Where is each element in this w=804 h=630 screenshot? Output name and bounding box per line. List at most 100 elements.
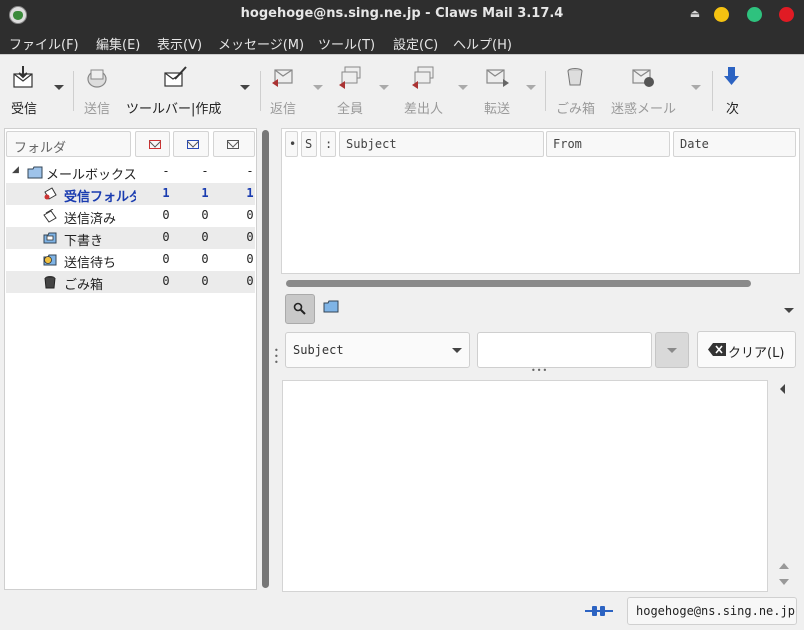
search-input[interactable] — [477, 332, 652, 368]
menu-configuration[interactable]: 設定(C) — [393, 34, 438, 53]
search-toggle-button[interactable] — [285, 294, 315, 324]
receive-button[interactable]: 受信 — [6, 55, 70, 127]
toolbar-separator — [712, 71, 713, 111]
queue-folder-icon — [43, 254, 57, 266]
drafts-folder-icon — [43, 232, 57, 244]
new-count-column-header[interactable] — [135, 131, 170, 157]
folder-column-header[interactable]: フォルダ — [6, 131, 131, 157]
unread-count: 0 — [201, 208, 209, 222]
forward-dropdown-icon[interactable] — [526, 85, 536, 90]
minimize-button[interactable] — [714, 7, 729, 22]
pane-splitter-handle[interactable]: ••• — [531, 367, 551, 375]
status-column-label: S — [305, 137, 313, 151]
reply-label: 返信 — [270, 102, 297, 117]
clear-button[interactable]: クリア(L) — [697, 331, 796, 368]
subject-column-label: Subject — [346, 137, 397, 151]
menu-message[interactable]: メッセージ(M) — [218, 34, 304, 53]
receive-label: 受信 — [11, 102, 38, 117]
attachment-column-label: : — [325, 137, 333, 151]
subject-column-header[interactable]: Subject — [339, 131, 544, 157]
maximize-button[interactable] — [747, 7, 762, 22]
folder-row-queue[interactable]: 送信待ち 0 0 0 — [6, 249, 255, 271]
compose-dropdown-icon[interactable] — [240, 85, 250, 90]
date-column-header[interactable]: Date — [673, 131, 796, 157]
total-mail-icon — [227, 140, 239, 149]
scroll-up-arrow-icon[interactable] — [779, 563, 789, 569]
eject-icon[interactable]: ⏏ — [688, 7, 702, 21]
reply-sender-icon — [412, 66, 434, 89]
menu-edit[interactable]: 編集(E) — [96, 34, 140, 53]
trash-button[interactable]: ごみ箱 — [552, 55, 602, 127]
total-count: 0 — [246, 274, 254, 288]
trash-folder-icon — [44, 276, 56, 289]
next-button[interactable]: 次 — [718, 55, 758, 127]
send-queue-icon — [87, 69, 107, 88]
folder-row-inbox[interactable]: 受信フォルダ 1 1 1 — [6, 183, 255, 205]
compose-label: ツールバー|作成 — [126, 102, 222, 117]
reply-sender-label: 差出人 — [404, 102, 444, 117]
spam-dropdown-icon[interactable] — [691, 85, 701, 90]
pane-splitter-handle[interactable]: ••• — [274, 347, 279, 370]
menu-file[interactable]: ファイル(F) — [9, 34, 79, 53]
reply-button[interactable]: 返信 — [266, 55, 328, 127]
mark-column-label: • — [289, 137, 297, 151]
menu-help[interactable]: ヘルプ(H) — [453, 34, 512, 53]
date-column-label: Date — [680, 137, 709, 151]
new-count: 0 — [162, 208, 170, 222]
unread-count: 0 — [201, 252, 209, 266]
menu-view[interactable]: 表示(V) — [157, 34, 202, 53]
mark-column-header[interactable]: • — [285, 131, 298, 157]
receive-mail-icon — [13, 66, 33, 88]
spam-button[interactable]: 迷惑メール — [608, 55, 708, 127]
status-column-header[interactable]: S — [301, 131, 317, 157]
reply-all-button[interactable]: 全員 — [332, 55, 394, 127]
forward-button[interactable]: 転送 — [480, 55, 540, 127]
total-count-column-header[interactable] — [213, 131, 255, 157]
scroll-down-arrow-icon[interactable] — [779, 579, 789, 585]
folder-name: 下書き — [64, 234, 104, 249]
folder-pane-scrollbar[interactable] — [261, 130, 269, 590]
from-column-header[interactable]: From — [546, 131, 670, 157]
account-selector[interactable]: hogehoge@ns.sing.ne.jp — [627, 597, 797, 625]
unread-count: 0 — [201, 230, 209, 244]
clear-label: クリア(L) — [728, 346, 785, 361]
reply-dropdown-icon[interactable] — [313, 85, 323, 90]
folder-name: メールボックス — [46, 168, 137, 183]
folder-name: 送信済み — [64, 212, 117, 227]
expander-arrow-icon[interactable]: ◢ — [12, 165, 19, 175]
receive-dropdown-icon[interactable] — [54, 85, 64, 90]
chevron-down-icon — [667, 348, 677, 353]
toolbar: 受信 送信 ツールバー|作成 返信 全員 差出人 転送 ごみ箱 迷惑メール 次 — [0, 54, 804, 127]
scrollbar-thumb[interactable] — [262, 130, 269, 588]
new-count: 1 — [162, 186, 170, 200]
folder-row-trash[interactable]: ごみ箱 0 0 0 — [6, 271, 255, 293]
reply-sender-button[interactable]: 差出人 — [400, 55, 472, 127]
online-connection-icon[interactable] — [585, 603, 613, 619]
from-column-label: From — [553, 137, 582, 151]
folder-row-sent[interactable]: 送信済み 0 0 0 — [6, 205, 255, 227]
quicksearch-expand-icon[interactable] — [784, 308, 794, 313]
unread-count-column-header[interactable] — [173, 131, 209, 157]
compose-button[interactable]: ツールバー|作成 — [124, 55, 252, 127]
account-name: hogehoge@ns.sing.ne.jp — [636, 604, 795, 618]
reply-all-dropdown-icon[interactable] — [379, 85, 389, 90]
reply-sender-dropdown-icon[interactable] — [458, 85, 468, 90]
reply-icon — [272, 69, 293, 87]
unread-count: 1 — [201, 186, 209, 200]
toolbar-separator — [73, 71, 74, 111]
send-button[interactable]: 送信 — [80, 55, 120, 127]
search-field-select[interactable]: Subject — [285, 332, 470, 368]
menu-bar: ファイル(F) 編集(E) 表示(V) メッセージ(M) ツール(T) 設定(C… — [0, 30, 804, 54]
message-list[interactable]: • S : Subject From Date — [281, 128, 800, 274]
message-view[interactable] — [282, 380, 768, 592]
attachment-column-header[interactable]: : — [320, 131, 336, 157]
menu-tools[interactable]: ツール(T) — [318, 34, 375, 53]
folder-pane: フォルダ ◢ メールボックス - - - 受信フォルダ 1 1 1 送信済み 0… — [4, 128, 257, 590]
folder-row-drafts[interactable]: 下書き 0 0 0 — [6, 227, 255, 249]
message-list-horizontal-scrollbar[interactable] — [286, 280, 751, 287]
search-history-dropdown[interactable] — [655, 332, 689, 368]
search-field-value: Subject — [293, 343, 344, 357]
close-button[interactable] — [779, 7, 794, 22]
folder-row-mailbox[interactable]: ◢ メールボックス - - - — [6, 161, 255, 183]
left-arrow-icon[interactable] — [780, 384, 785, 394]
